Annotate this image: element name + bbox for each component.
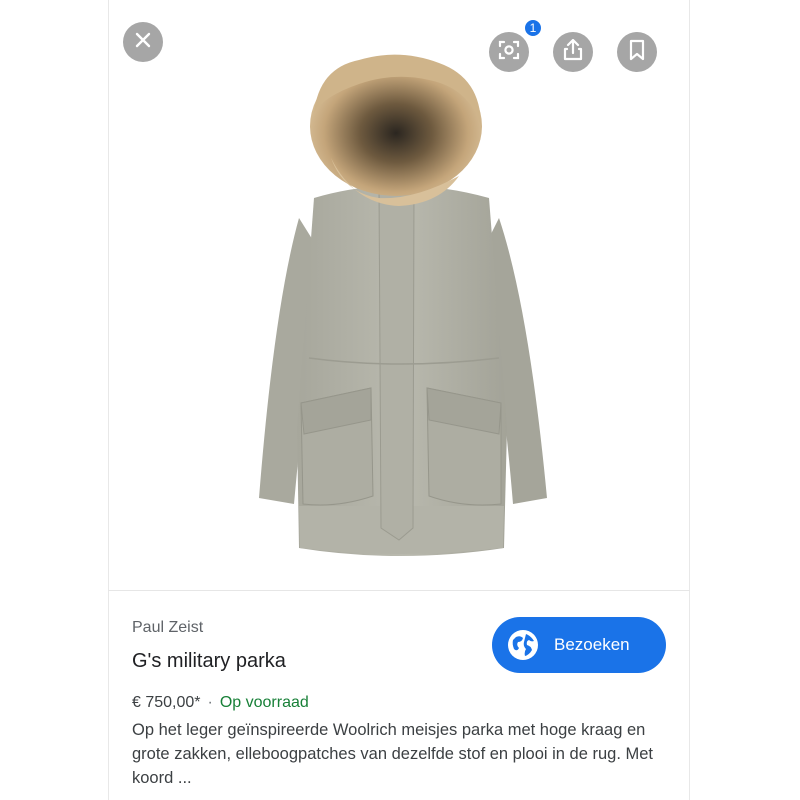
lens-search-button[interactable] <box>489 32 529 72</box>
bookmark-icon <box>629 39 645 66</box>
share-button[interactable] <box>553 32 593 72</box>
parka-image <box>259 54 547 556</box>
stock-status: Op voorraad <box>219 694 309 711</box>
visit-button-label: Bezoeken <box>554 635 630 654</box>
seller-name: Paul Zeist <box>132 619 204 636</box>
globe-icon <box>507 629 539 666</box>
product-preview-panel: 1 <box>108 0 690 800</box>
section-divider <box>108 590 690 591</box>
close-button[interactable] <box>123 22 163 62</box>
visit-button[interactable]: Bezoeken <box>492 617 666 673</box>
save-button[interactable] <box>617 32 657 72</box>
share-icon <box>563 38 583 66</box>
product-image[interactable]: 1 <box>109 8 689 590</box>
price: € 750,00* <box>132 694 201 711</box>
product-title[interactable]: G's military parka <box>132 650 286 673</box>
lens-search-icon <box>498 39 520 66</box>
lens-badge: 1 <box>523 18 543 38</box>
separator-dot: · <box>207 694 213 711</box>
product-description: Op het leger geïnspireerde Woolrich meis… <box>132 721 654 787</box>
close-icon <box>134 31 152 54</box>
price-row: € 750,00* · Op voorraad <box>132 694 309 712</box>
